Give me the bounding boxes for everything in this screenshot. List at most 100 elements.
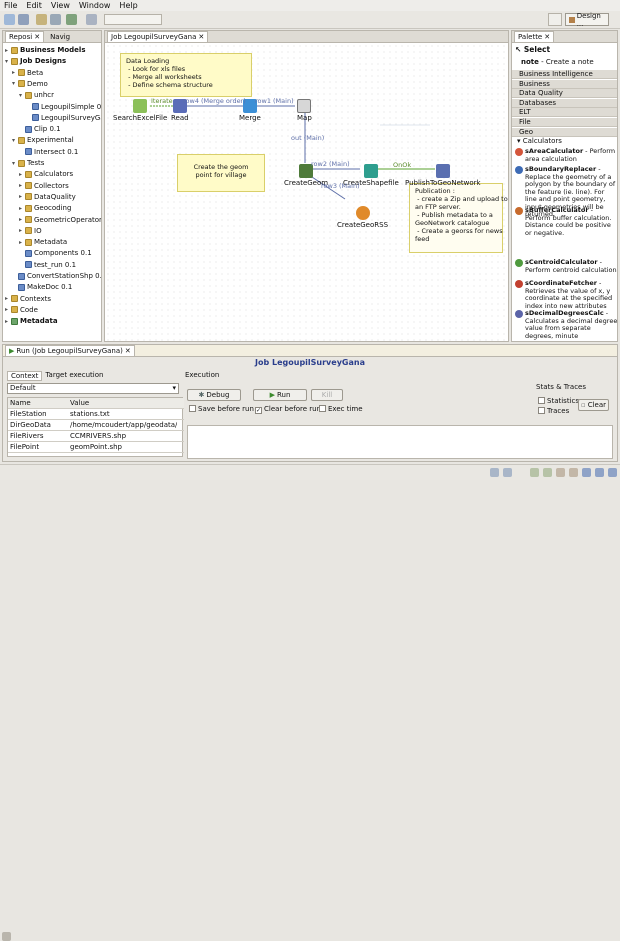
statistics-checkbox[interactable]: Statistics [538, 397, 579, 405]
palette-component[interactable]: sBufferCalculator - Perform buffer calcul… [515, 206, 617, 237]
tree-item[interactable]: ▸ IO [19, 226, 42, 236]
tab-palette[interactable]: Palette ✕ [514, 31, 555, 42]
tree-item[interactable]: ▸ Code [5, 305, 38, 315]
tab-target-execution[interactable]: Target execution [42, 371, 106, 381]
note-data-loading[interactable]: Data Loading - Look for xls files - Merg… [120, 53, 252, 97]
close-icon[interactable]: ✕ [544, 33, 550, 41]
palette-component[interactable]: sAreaCalculator - Perform area calculatio… [515, 147, 617, 163]
tree-item[interactable]: ▸ Calculators [19, 169, 73, 179]
export-icon[interactable] [50, 14, 61, 25]
palette-component[interactable]: sCentroidCalculator - Perform centroid ca… [515, 258, 617, 274]
menu-window[interactable]: Window [79, 1, 111, 10]
tree-item[interactable]: Intersect 0.1 [19, 147, 78, 157]
tree-item[interactable]: ▸ Contexts [5, 294, 51, 304]
tree-item[interactable]: ▾ Experimental [12, 135, 74, 145]
status-icon[interactable] [490, 468, 499, 477]
tree-item[interactable]: ConvertStationShp 0.1 [12, 271, 101, 281]
design-perspective-button[interactable]: Design ... [565, 12, 609, 28]
table-row[interactable]: FileStation stations.txt [8, 409, 184, 420]
tree-item[interactable]: ▾ Tests [12, 158, 44, 168]
tree-item[interactable]: LegoupilSurveyGa [26, 113, 101, 123]
run-button[interactable]: ▶ Run [253, 389, 307, 401]
tab-repository[interactable]: Reposi ✕ [5, 31, 45, 42]
note-create-geom[interactable]: Create the geom point for village [177, 154, 265, 192]
open-perspective-icon[interactable] [548, 13, 562, 26]
status-icon[interactable] [543, 468, 552, 477]
component-create-georss[interactable]: CreateGeoRSS [337, 206, 388, 229]
tree-item[interactable]: ▸ Business Models [5, 45, 86, 55]
close-icon[interactable]: ✕ [125, 347, 131, 355]
palette-component[interactable]: sDecimalDegreesCalc - Calculates a decima… [515, 309, 617, 340]
param-value[interactable]: CCMRIVERS.shp [68, 432, 126, 440]
save-before-run-checkbox[interactable]: Save before run [189, 405, 254, 413]
status-icon[interactable] [530, 468, 539, 477]
menu-edit[interactable]: Edit [26, 1, 42, 10]
tree-item[interactable]: ▾ Demo [12, 79, 48, 89]
palette-group[interactable]: Business [512, 79, 617, 89]
clear-button[interactable]: ▫ Clear [578, 399, 609, 411]
component-publish-to-geonetwork[interactable]: PublishToGeoNetwork [405, 164, 481, 187]
tree-item[interactable]: Components 0.1 [19, 248, 92, 258]
toolbar-combo[interactable] [104, 14, 162, 25]
new-icon[interactable] [4, 14, 15, 25]
kill-button[interactable]: Kill [311, 389, 343, 401]
tree-item[interactable]: ▸ Metadata [19, 237, 67, 247]
palette-calculators-group[interactable]: ▾ Calculators [517, 137, 562, 145]
palette-group[interactable]: Data Quality [512, 89, 617, 99]
clear-before-run-checkbox[interactable]: ✓ Clear before run [255, 405, 321, 414]
console-output[interactable] [187, 425, 613, 459]
table-row[interactable]: FilePoint geomPoint.shp [8, 442, 184, 453]
table-row[interactable]: FileRivers CCMRIVERS.shp [8, 431, 184, 442]
open-icon[interactable] [36, 14, 47, 25]
status-icon[interactable] [556, 468, 565, 477]
close-icon[interactable]: ✕ [198, 33, 204, 41]
palette-select-tool[interactable]: ↖ Select [515, 45, 550, 54]
menu-view[interactable]: View [51, 1, 70, 10]
design-canvas[interactable]: Data Loading - Look for xls files - Merg… [105, 43, 508, 341]
tree-item[interactable]: LegoupilSimple 0. [26, 102, 101, 112]
status-icon[interactable] [582, 468, 591, 477]
fast-view-icon[interactable] [2, 932, 11, 941]
traces-checkbox[interactable]: Traces [538, 407, 569, 415]
note-publication[interactable]: Publication : - create a Zip and upload … [409, 183, 508, 253]
run-icon[interactable] [66, 14, 77, 25]
status-icon[interactable] [569, 468, 578, 477]
palette-component[interactable]: sCoordinateFetcher - Retrieves the value … [515, 279, 617, 310]
status-icon[interactable] [608, 468, 617, 477]
palette-note-tool[interactable]: note - Create a note [521, 58, 594, 66]
tree-item[interactable]: ▸ DataQuality [19, 192, 76, 202]
palette-group[interactable]: Business Intelligence [512, 70, 617, 79]
tree-item[interactable]: ▾ Job Designs [5, 56, 66, 66]
palette-group[interactable]: ELT [512, 108, 617, 118]
menu-file[interactable]: File [4, 1, 17, 10]
tab-job[interactable]: Job LegoupilSurveyGana ✕ [107, 31, 209, 42]
palette-group[interactable]: File [512, 118, 617, 127]
tree-item[interactable]: test_run 0.1 [19, 260, 76, 270]
status-icon[interactable] [595, 468, 604, 477]
tree-item[interactable]: ▸ Beta [12, 68, 43, 78]
param-value[interactable]: stations.txt [68, 410, 110, 418]
save-icon[interactable] [18, 14, 29, 25]
context-select[interactable]: Default ▾ [7, 383, 179, 394]
tab-navigator[interactable]: Navig [47, 33, 73, 41]
tree-item[interactable]: ▾ unhcr [19, 90, 54, 100]
tab-run[interactable]: ▶ Run (Job LegoupilSurveyGana) ✕ [5, 345, 135, 356]
palette-group[interactable]: Geo [512, 127, 617, 137]
table-row[interactable]: DirGeoData/home/mcoudert/app/geodata/ [8, 420, 184, 431]
palette-group[interactable]: Databases [512, 98, 617, 108]
tree-item[interactable]: ▸ Metadata [5, 316, 58, 326]
exec-time-checkbox[interactable]: Exec time [319, 405, 363, 413]
tree-item[interactable]: MakeDoc 0.1 [12, 282, 72, 292]
status-icon[interactable] [503, 468, 512, 477]
menu-help[interactable]: Help [119, 1, 137, 10]
param-value[interactable]: geomPoint.shp [68, 443, 122, 451]
close-icon[interactable]: ✕ [34, 33, 40, 41]
debug-button[interactable]: ✱ Debug [187, 389, 241, 401]
tree-item[interactable]: ▸ Collectors [19, 181, 69, 191]
toolbar-action-icon[interactable] [86, 14, 97, 25]
tree-item[interactable]: Clip 0.1 [19, 124, 61, 134]
tab-context[interactable]: Context [7, 371, 43, 381]
tree-item[interactable]: ▸ Geocoding [19, 203, 71, 213]
component-map[interactable]: Map [297, 99, 312, 122]
tree-item[interactable]: ▸ GeometricOperators [19, 215, 101, 225]
